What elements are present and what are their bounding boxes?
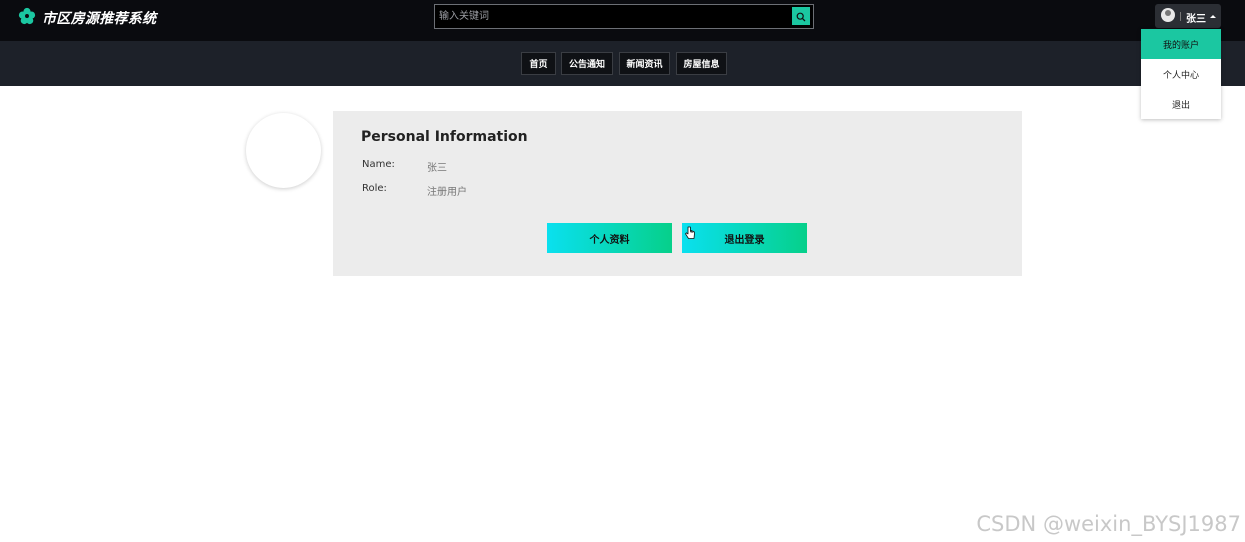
app-title: 市区房源推荐系统 <box>42 11 157 27</box>
name-value: 张三 <box>427 163 447 174</box>
logout-button[interactable]: 退出登录 <box>682 223 807 253</box>
hand-cursor-icon <box>685 226 695 239</box>
user-name: 张三 <box>1186 14 1206 25</box>
search-box <box>434 4 814 29</box>
flower-logo-icon <box>18 7 36 29</box>
caret-up-icon <box>1210 15 1216 18</box>
role-value: 注册用户 <box>427 187 467 198</box>
nav-item-news[interactable]: 新闻资讯 <box>619 52 670 75</box>
top-bar: 市区房源推荐系统 张三 <box>0 0 1245 41</box>
role-label: Role: <box>362 183 387 194</box>
menu-item-personal-center[interactable]: 个人中心 <box>1141 59 1221 89</box>
profile-details-button[interactable]: 个人资料 <box>547 223 672 253</box>
divider <box>1180 12 1181 21</box>
search-input[interactable] <box>439 8 789 25</box>
nav-item-housing[interactable]: 房屋信息 <box>676 52 727 75</box>
menu-item-my-account[interactable]: 我的账户 <box>1141 29 1221 59</box>
page-title: Personal Information <box>361 129 528 145</box>
nav-item-home[interactable]: 首页 <box>521 52 556 75</box>
menu-item-logout[interactable]: 退出 <box>1141 89 1221 119</box>
nav-bar: 首页 公告通知 新闻资讯 房屋信息 <box>0 41 1245 86</box>
profile-panel: Personal Information Name: 张三 Role: 注册用户… <box>333 111 1022 276</box>
nav-item-announcements[interactable]: 公告通知 <box>561 52 613 75</box>
brand[interactable]: 市区房源推荐系统 <box>18 7 156 29</box>
avatar <box>1161 8 1175 22</box>
user-dropdown-menu: 我的账户 个人中心 退出 <box>1141 29 1221 119</box>
search-button[interactable] <box>792 7 810 25</box>
name-label: Name: <box>362 159 395 170</box>
watermark: CSDN @weixin_BYSJ1987 <box>976 512 1241 536</box>
search-icon <box>796 7 806 26</box>
user-menu-button[interactable]: 张三 <box>1155 4 1221 28</box>
profile-avatar <box>246 113 321 188</box>
